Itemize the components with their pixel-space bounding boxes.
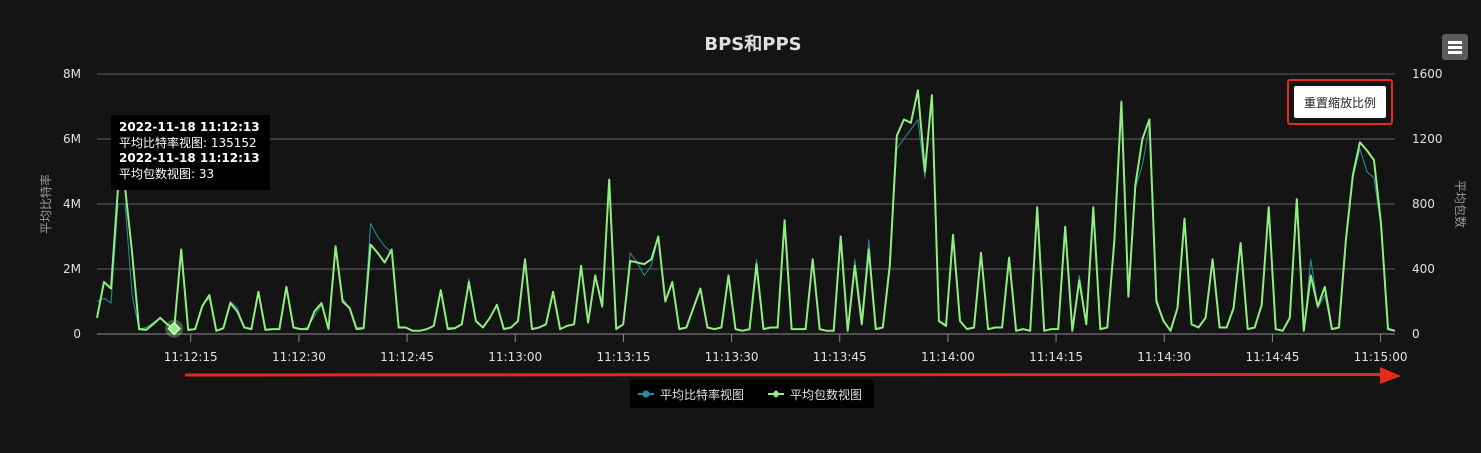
hover-point-marker	[165, 319, 184, 338]
chart-title: BPS和PPS	[704, 34, 801, 55]
series-line-pps	[96, 89, 1396, 332]
x-tick-label: 11:13:30	[705, 350, 759, 364]
x-tick-label: 11:12:15	[164, 350, 218, 364]
y-left-tick-label: 0	[73, 327, 81, 341]
x-tick-label: 11:15:00	[1354, 350, 1408, 364]
series-line-bps	[96, 96, 1396, 332]
y-left-tick-label: 4M	[63, 197, 81, 211]
x-axis-ticks: 11:12:15 11:12:30 11:12:45 11:13:00 11:13:15…	[164, 334, 1408, 364]
tooltip-time-1: 2022-11-18 11:12:13	[119, 120, 260, 134]
y-right-tick-label: 400	[1412, 262, 1435, 276]
y-axis-left-label: 平均比特率	[38, 174, 53, 234]
chart-tooltip: 2022-11-18 11:12:13 平均比特率视图: 135152 2022…	[111, 115, 270, 190]
x-tick-label: 11:14:45	[1245, 350, 1299, 364]
y-axis-right-label: 平均包数	[1453, 180, 1468, 228]
tooltip-value-1: 平均比特率视图: 135152	[119, 135, 257, 150]
legend-label-bps: 平均比特率视图	[660, 387, 745, 402]
series-lines	[96, 89, 1396, 332]
x-tick-label: 11:14:30	[1137, 350, 1191, 364]
hamburger-menu-icon[interactable]	[1442, 34, 1468, 60]
y-right-tick-label: 1600	[1412, 67, 1443, 81]
legend-item-pps[interactable]: 平均包数视图	[768, 387, 863, 402]
x-tick-label: 11:14:15	[1029, 350, 1083, 364]
legend-marker-bps	[638, 390, 654, 398]
y-right-tick-label: 1200	[1412, 132, 1443, 146]
legend-marker-pps	[768, 390, 784, 398]
tooltip-time-2: 2022-11-18 11:12:13	[119, 151, 260, 165]
x-tick-label: 11:13:45	[813, 350, 867, 364]
chart-legend: 平均比特率视图 平均包数视图	[630, 380, 874, 408]
reset-zoom-highlight: 重置缩放比例	[1287, 79, 1393, 125]
y-right-tick-label: 0	[1412, 327, 1420, 341]
y-left-tick-label: 2M	[63, 262, 81, 276]
y-left-tick-label: 6M	[63, 132, 81, 146]
reset-zoom-button[interactable]: 重置缩放比例	[1294, 86, 1386, 118]
x-tick-label: 11:13:15	[596, 350, 650, 364]
x-tick-label: 11:13:00	[488, 350, 542, 364]
y-right-tick-label: 800	[1412, 197, 1435, 211]
legend-label-pps: 平均包数视图	[790, 387, 863, 402]
y-axis-right-ticks: 0 400 800 1200 1600	[1412, 67, 1443, 341]
legend-item-bps[interactable]: 平均比特率视图	[638, 387, 745, 402]
y-axis-left-ticks: 0 2M 4M 6M 8M	[63, 67, 81, 341]
y-left-tick-label: 8M	[63, 67, 81, 81]
gridlines	[97, 73, 1395, 335]
x-tick-label: 11:12:30	[272, 350, 326, 364]
tooltip-value-2: 平均包数视图: 33	[119, 166, 215, 181]
x-tick-label: 11:12:45	[380, 350, 434, 364]
x-tick-label: 11:14:00	[921, 350, 975, 364]
